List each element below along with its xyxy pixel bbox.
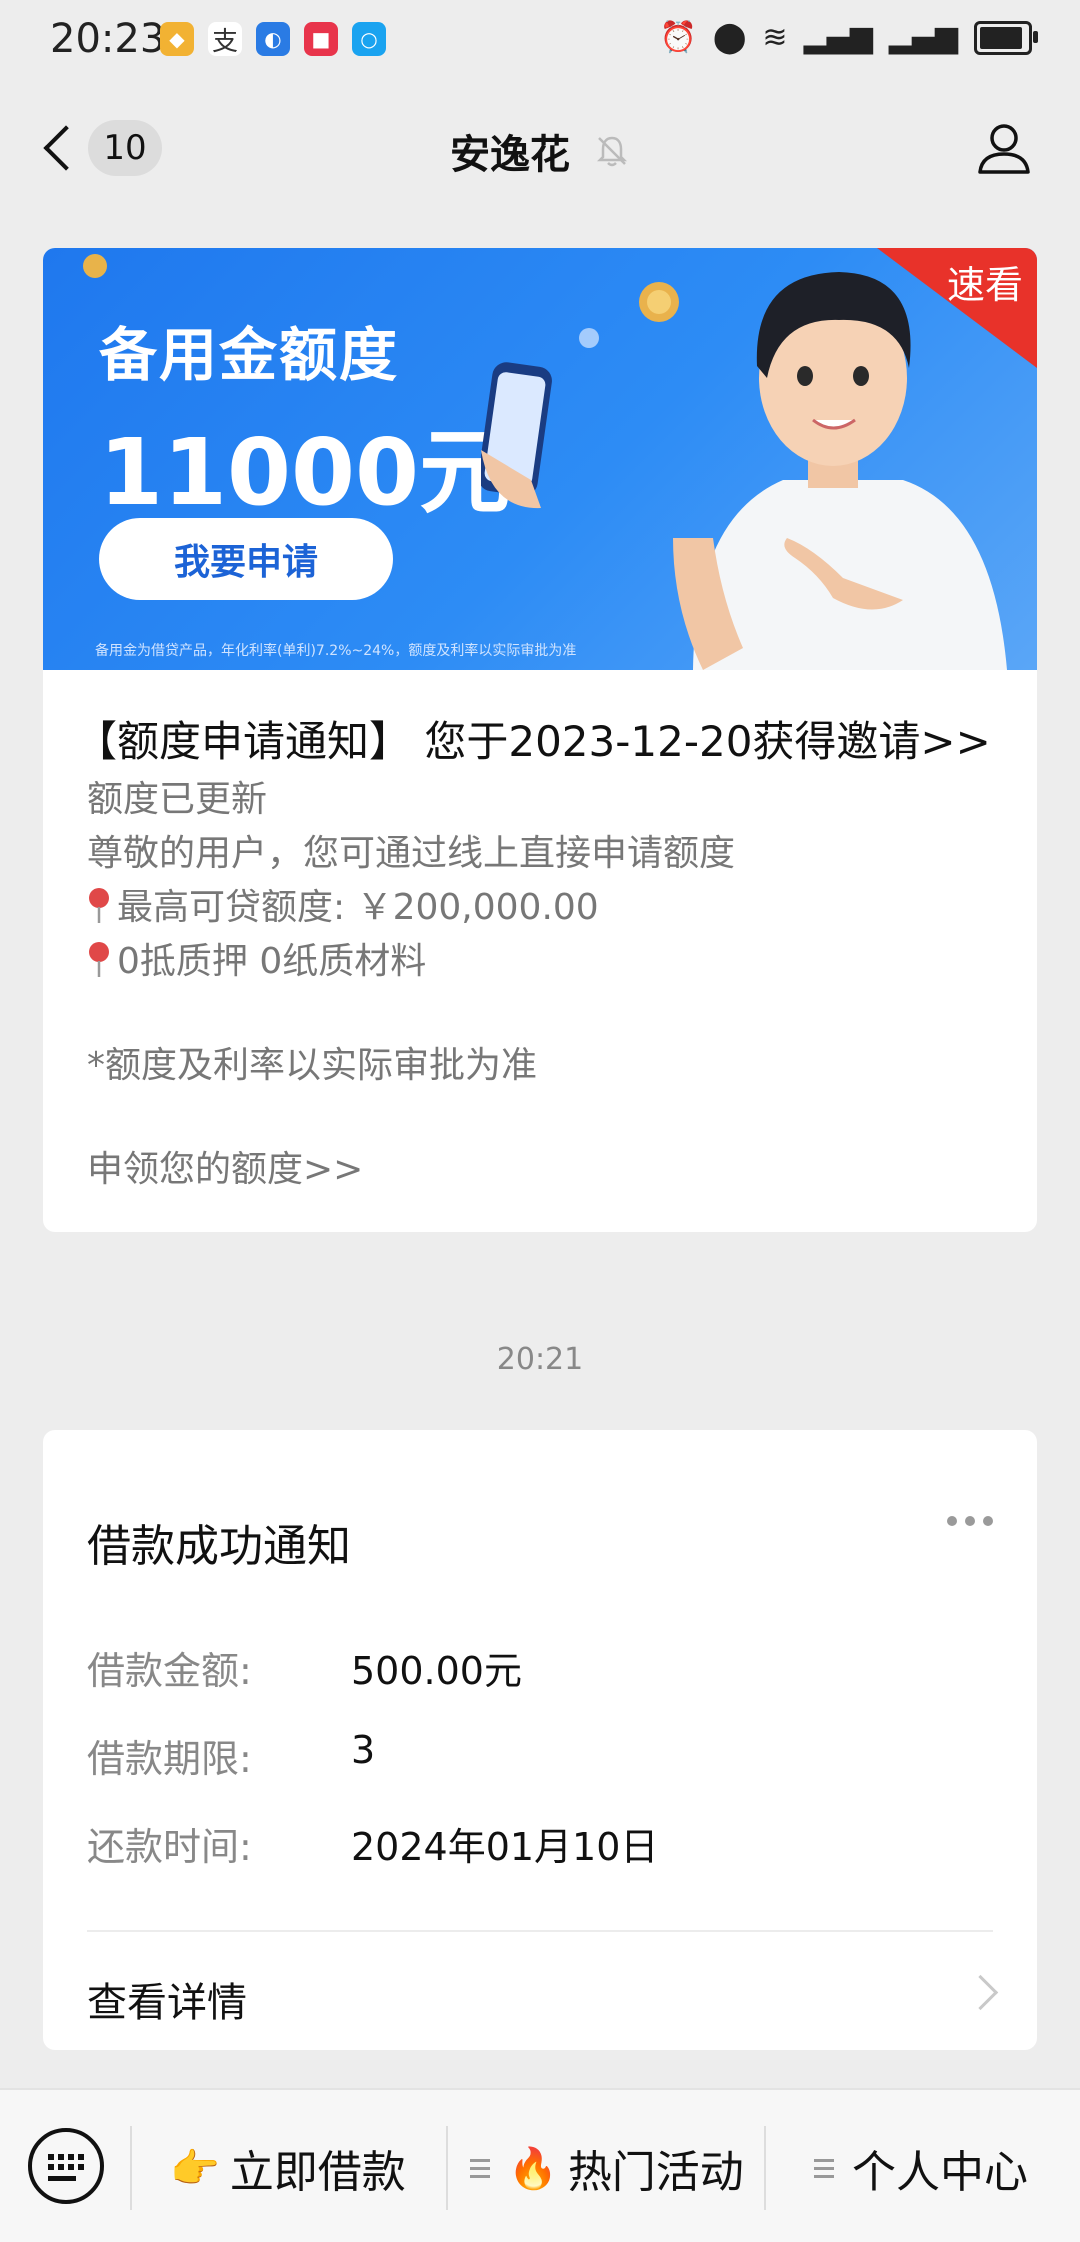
- loan-notice-card[interactable]: 借款成功通知 借款金额: 500.00元 借款期限: 3 还款时间: 2024年…: [43, 1430, 1037, 2050]
- banner-title: 备用金额度: [99, 321, 400, 389]
- menu-label: 热门活动: [567, 2147, 744, 2198]
- chevron-right-icon: [962, 1974, 999, 2011]
- promo-message-card[interactable]: 备用金额度 11000元 我要申请 备用金为借贷产品，年化利率(单利)7.2%~…: [43, 248, 1037, 1232]
- repay-date-label: 还款时间:: [87, 1825, 252, 1869]
- signal-icon: ▂▄▆: [803, 20, 873, 55]
- disclaimer-text: *额度及利率以实际审批为准: [87, 1045, 538, 1086]
- profile-icon[interactable]: [974, 118, 1034, 178]
- divider: [87, 1930, 993, 1932]
- corner-tag: 速看: [946, 263, 1023, 307]
- message-headline[interactable]: 【额度申请通知】 您于2023-12-20获得邀请>>: [75, 708, 991, 769]
- app-notify-icon: ◆: [160, 22, 194, 56]
- store-icon: ■: [304, 22, 338, 56]
- notice-title: 借款成功通知: [87, 1521, 351, 1572]
- search-app-icon: ○: [352, 22, 386, 56]
- menu-separator: [764, 2126, 766, 2210]
- banner-amount: 11000元: [99, 419, 512, 526]
- more-icon[interactable]: [947, 1516, 993, 1526]
- phone-illustration: [481, 362, 552, 509]
- menu-separator: [130, 2126, 132, 2210]
- muted-bell-icon: [596, 136, 628, 167]
- loan-term-value: 3: [351, 1728, 376, 1772]
- status-app-icons: ◆ 支 ◐ ■ ○: [160, 22, 386, 57]
- chat-title-wrap: 安逸花: [0, 122, 1080, 180]
- claim-quota-link[interactable]: 申领您的额度>>: [87, 1140, 363, 1192]
- submenu-icon: [814, 2158, 834, 2178]
- menu-borrow-now[interactable]: 👉 立即借款: [170, 2130, 406, 2206]
- wifi-icon: ≋: [762, 20, 788, 55]
- no-collateral-text: 0抵质押 0纸质材料: [117, 941, 427, 982]
- loan-term-label: 借款期限:: [87, 1737, 252, 1781]
- apply-button[interactable]: 我要申请: [99, 518, 393, 600]
- loan-amount-label: 借款金额:: [87, 1649, 252, 1693]
- banner-fine-print: 备用金为借贷产品，年化利率(单利)7.2%~24%，额度及利率以实际审批为准: [95, 643, 577, 659]
- status-indicators: ⏰ ⬤ ≋ ▂▄▆ ▂▄▆: [659, 20, 1038, 55]
- location-icon: ⬤: [712, 20, 747, 55]
- chat-title: 安逸花: [450, 132, 570, 178]
- message-timestamp: 20:21: [496, 1342, 584, 1377]
- message-line: 0抵质押 0纸质材料: [87, 932, 426, 984]
- fire-icon: 🔥: [508, 2145, 558, 2192]
- max-loan-text: 最高可贷额度: ￥200,000.00: [117, 887, 599, 928]
- promo-banner[interactable]: 备用金额度 11000元 我要申请 备用金为借贷产品，年化利率(单利)7.2%~…: [43, 248, 1037, 670]
- pin-icon: [89, 942, 109, 977]
- loan-amount-value: 500.00元: [351, 1649, 522, 1693]
- chat-header: 10 安逸花: [0, 84, 1080, 214]
- browser-icon: ◐: [256, 22, 290, 56]
- signal-icon-2: ▂▄▆: [888, 20, 958, 55]
- message-line: 最高可贷额度: ￥200,000.00: [87, 878, 599, 930]
- service-menu-bar: 👉 立即借款 🔥 热门活动 个人中心: [0, 2088, 1080, 2242]
- message-line: 尊敬的用户，您可通过线上直接申请额度: [87, 833, 736, 874]
- menu-hot-activities[interactable]: 🔥 热门活动: [470, 2130, 744, 2206]
- status-time: 20:23: [50, 16, 166, 62]
- alarm-icon: ⏰: [659, 20, 697, 55]
- message-line: 额度已更新: [87, 779, 268, 820]
- keyboard-icon[interactable]: [28, 2128, 104, 2204]
- alipay-icon: 支: [208, 22, 242, 57]
- repay-date-value: 2024年01月10日: [351, 1825, 659, 1869]
- menu-label: 立即借款: [229, 2147, 406, 2198]
- menu-personal-center[interactable]: 个人中心: [814, 2130, 1028, 2206]
- pointing-hand-icon: 👉: [170, 2145, 220, 2192]
- battery-icon: [974, 20, 1038, 55]
- status-bar: 20:23 ◆ 支 ◐ ■ ○ ⏰ ⬤ ≋ ▂▄▆ ▂▄▆: [0, 0, 1080, 84]
- submenu-icon: [470, 2158, 490, 2178]
- pin-icon: [89, 888, 109, 923]
- menu-separator: [446, 2126, 448, 2210]
- menu-label: 个人中心: [852, 2147, 1028, 2198]
- view-details-link[interactable]: 查看详情: [87, 1970, 247, 2028]
